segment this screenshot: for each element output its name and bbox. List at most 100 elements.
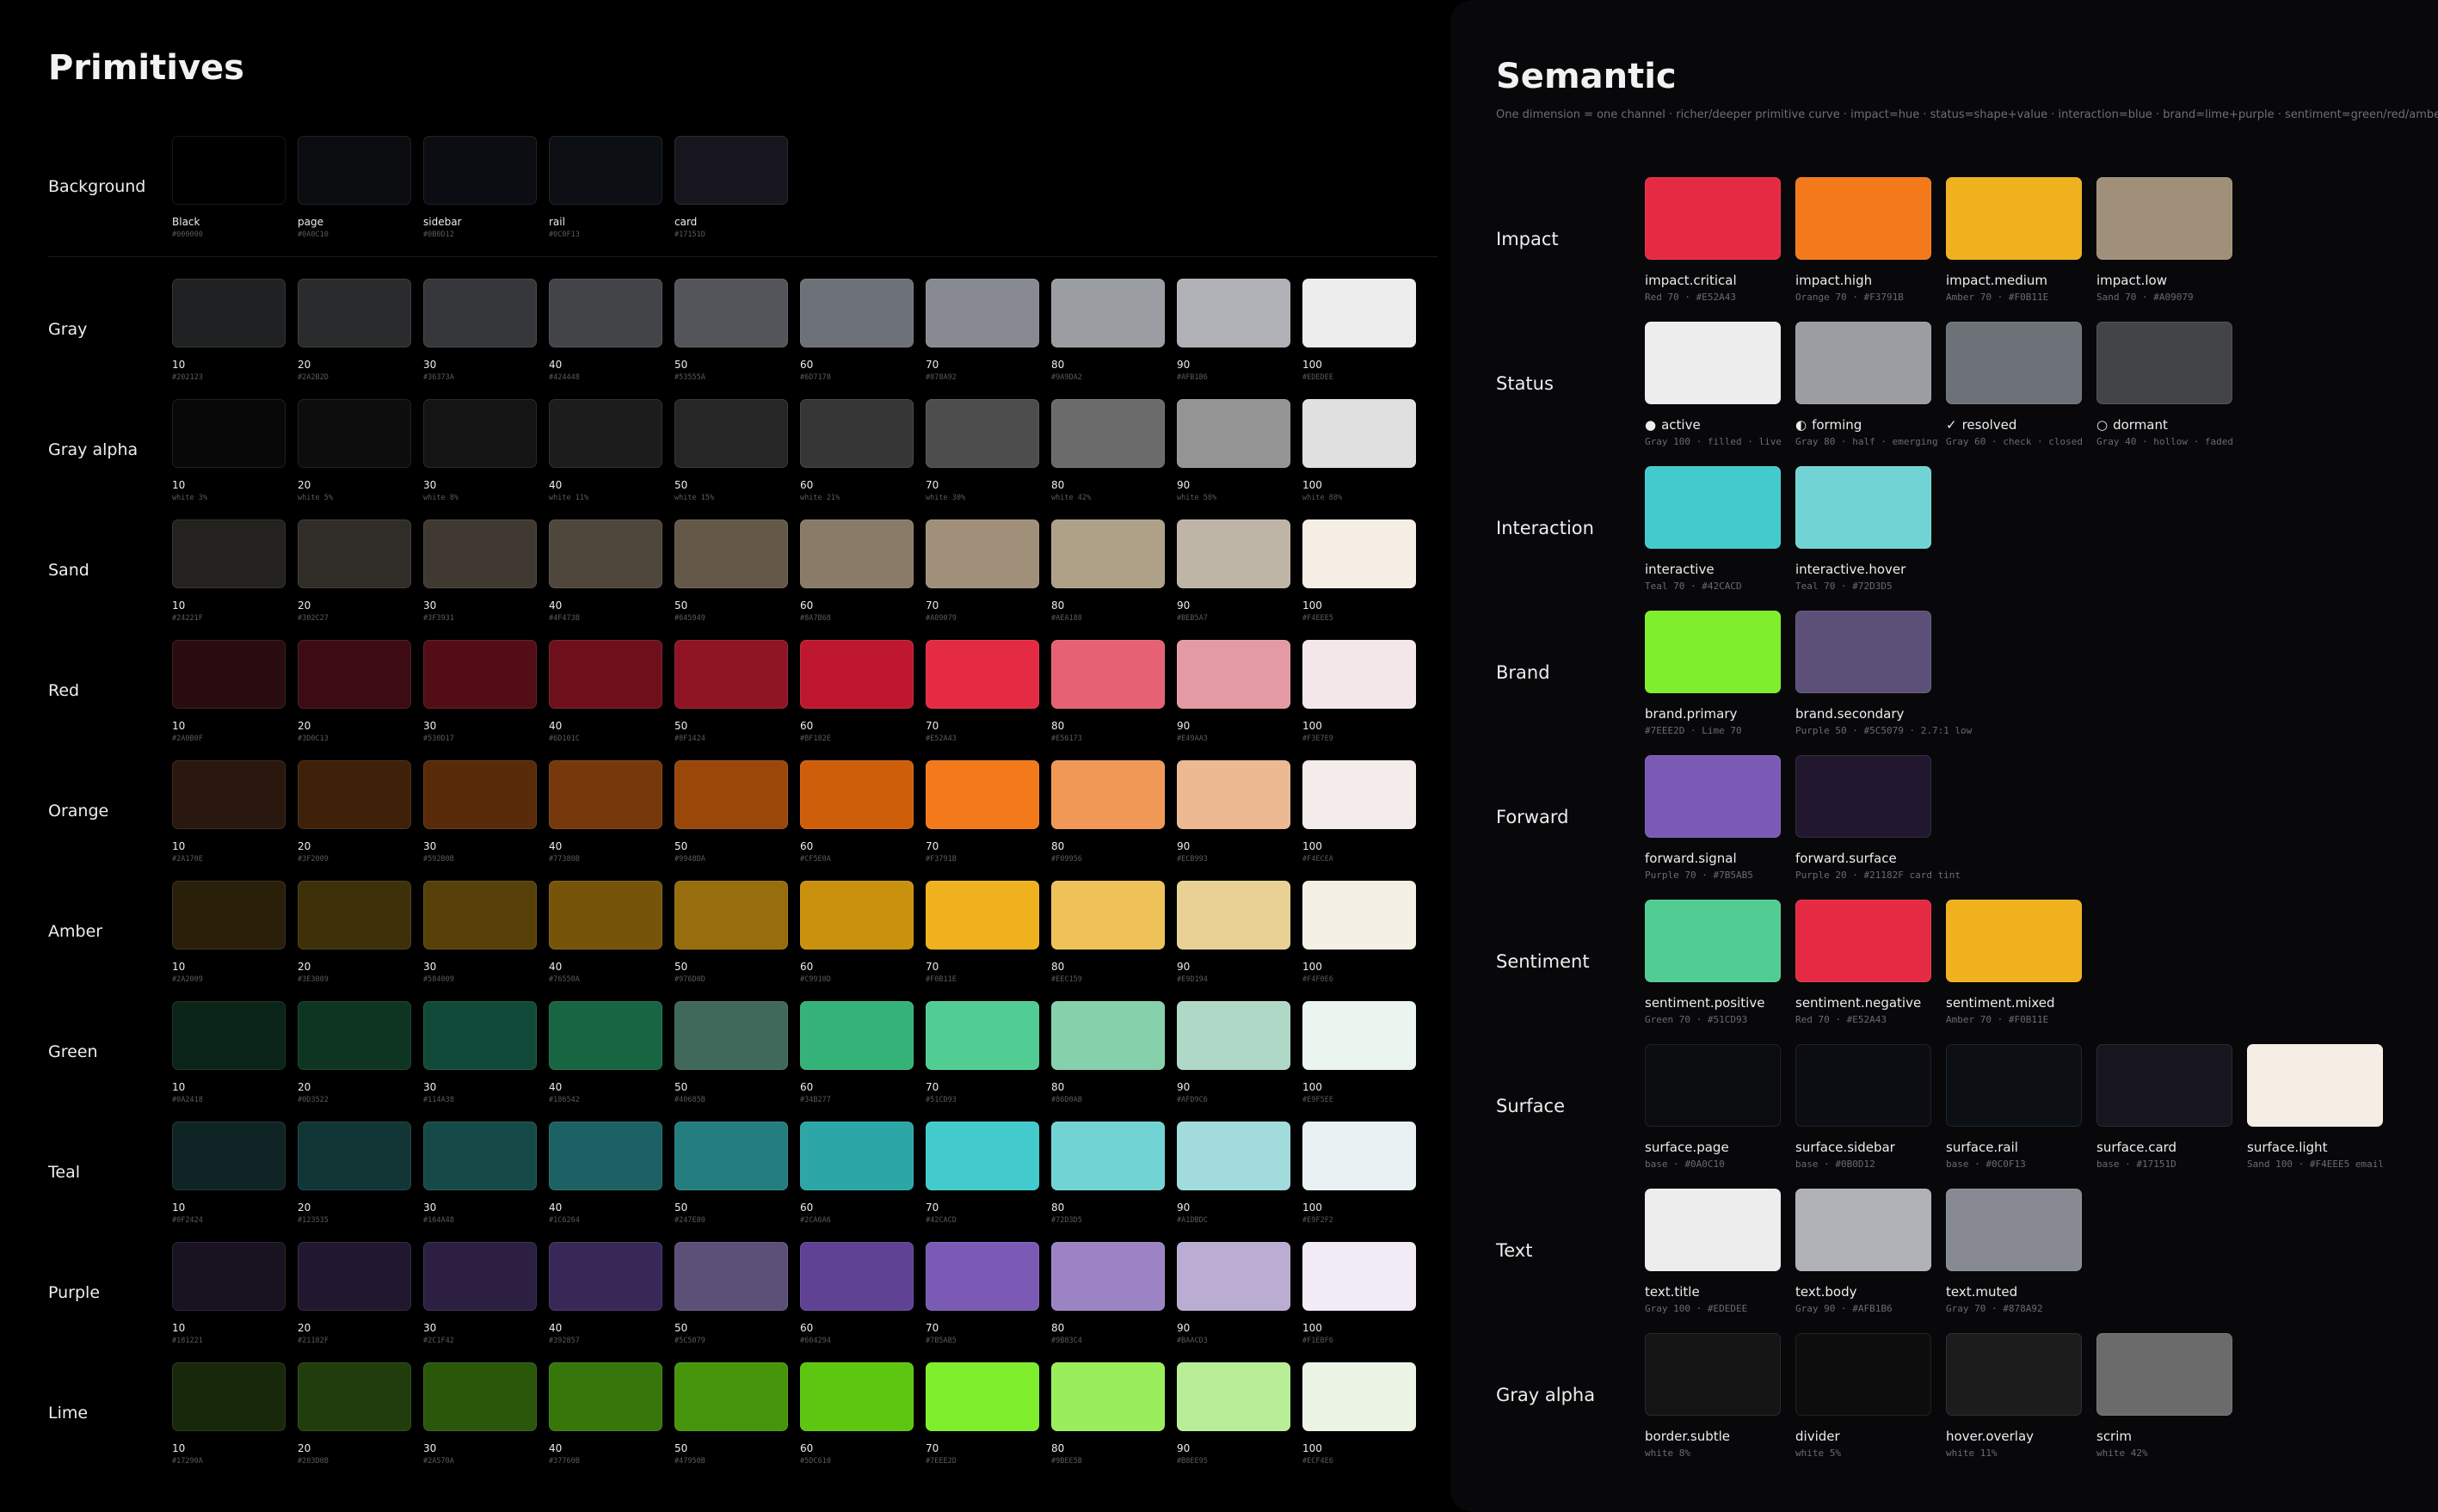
color-chip[interactable] [1946, 1044, 2082, 1127]
swatch[interactable]: 100 #ECF4E6 [1302, 1362, 1416, 1466]
color-chip[interactable] [926, 1122, 1039, 1190]
color-chip[interactable] [800, 1001, 914, 1070]
color-chip[interactable] [674, 279, 788, 347]
color-chip[interactable] [800, 881, 914, 950]
swatch[interactable]: sentiment.mixed Amber 70 · #F0B11E [1946, 900, 2082, 1025]
color-chip[interactable] [674, 1362, 788, 1431]
color-chip[interactable] [2247, 1044, 2383, 1127]
swatch[interactable]: 60 #CF5E0A [800, 760, 914, 864]
swatch[interactable]: 60 #C9910D [800, 881, 914, 984]
swatch[interactable]: card #17151D [674, 136, 788, 239]
swatch[interactable]: 20 #3F2009 [298, 760, 411, 864]
swatch[interactable]: 80 #72D3D5 [1051, 1122, 1165, 1225]
color-chip[interactable] [1795, 177, 1931, 260]
swatch[interactable]: interactive.hover Teal 70 · #72D3D5 [1795, 466, 1931, 592]
swatch[interactable]: 10 #0F2424 [172, 1122, 286, 1225]
color-chip[interactable] [1302, 519, 1416, 588]
color-chip[interactable] [1795, 466, 1931, 549]
color-chip[interactable] [423, 881, 537, 950]
swatch[interactable]: 90 #E9D194 [1177, 881, 1290, 984]
color-chip[interactable] [298, 640, 411, 709]
swatch[interactable]: Black #000000 [172, 136, 286, 239]
color-chip[interactable] [172, 881, 286, 950]
swatch[interactable]: 90 #BAACD3 [1177, 1242, 1290, 1345]
color-chip[interactable] [423, 1001, 537, 1070]
color-chip[interactable] [800, 519, 914, 588]
color-chip[interactable] [172, 519, 286, 588]
swatch[interactable]: 20 #0D3522 [298, 1001, 411, 1104]
color-chip[interactable] [2096, 1333, 2232, 1416]
color-chip[interactable] [1795, 755, 1931, 838]
color-chip[interactable] [1645, 1044, 1781, 1127]
color-chip[interactable] [1177, 760, 1290, 829]
swatch[interactable]: 90 #AFD9C6 [1177, 1001, 1290, 1104]
color-chip[interactable] [1177, 399, 1290, 468]
swatch[interactable]: 70 #42CACD [926, 1122, 1039, 1225]
color-chip[interactable] [1946, 1189, 2082, 1271]
swatch[interactable]: 100 #F4F0E6 [1302, 881, 1416, 984]
swatch[interactable]: 60 #604294 [800, 1242, 914, 1345]
color-chip[interactable] [172, 1242, 286, 1311]
swatch[interactable]: 90 #E49AA3 [1177, 640, 1290, 743]
color-chip[interactable] [1177, 279, 1290, 347]
swatch[interactable]: 70 #F3791B [926, 760, 1039, 864]
color-chip[interactable] [172, 399, 286, 468]
color-chip[interactable] [549, 519, 662, 588]
color-chip[interactable] [549, 399, 662, 468]
swatch[interactable]: 30 #592B0B [423, 760, 537, 864]
color-chip[interactable] [1302, 760, 1416, 829]
color-chip[interactable] [1177, 1122, 1290, 1190]
color-chip[interactable] [1302, 640, 1416, 709]
color-chip[interactable] [172, 1362, 286, 1431]
swatch[interactable]: text.body Gray 90 · #AFB1B6 [1795, 1189, 1931, 1314]
swatch[interactable]: 50 #645949 [674, 519, 788, 623]
swatch[interactable]: 90 #AFB1B6 [1177, 279, 1290, 382]
color-chip[interactable] [298, 760, 411, 829]
swatch[interactable]: 50 #976D0D [674, 881, 788, 984]
swatch[interactable]: divider white 5% [1795, 1333, 1931, 1459]
color-chip[interactable] [172, 279, 286, 347]
color-chip[interactable] [674, 760, 788, 829]
color-chip[interactable] [423, 279, 537, 347]
swatch[interactable]: hover.overlay white 11% [1946, 1333, 2082, 1459]
color-chip[interactable] [298, 881, 411, 950]
color-chip[interactable] [172, 640, 286, 709]
color-chip[interactable] [1795, 900, 1931, 982]
swatch[interactable]: impact.medium Amber 70 · #F0B11E [1946, 177, 2082, 303]
swatch[interactable]: 10 #0A2418 [172, 1001, 286, 1104]
swatch[interactable]: 100 #F1EBF6 [1302, 1242, 1416, 1345]
swatch[interactable]: 70 white 30% [926, 399, 1039, 502]
color-chip[interactable] [1645, 1333, 1781, 1416]
color-chip[interactable] [1645, 322, 1781, 404]
swatch[interactable]: 20 #302C27 [298, 519, 411, 623]
color-chip[interactable] [298, 279, 411, 347]
swatch[interactable]: 30 #3F3931 [423, 519, 537, 623]
color-chip[interactable] [1645, 755, 1781, 838]
swatch[interactable]: 80 #E56173 [1051, 640, 1165, 743]
color-chip[interactable] [926, 640, 1039, 709]
color-chip[interactable] [172, 1001, 286, 1070]
swatch[interactable]: 50 #9948DA [674, 760, 788, 864]
color-chip[interactable] [1051, 519, 1165, 588]
color-chip[interactable] [423, 519, 537, 588]
color-chip[interactable] [298, 136, 411, 205]
swatch[interactable]: 10 #2A0B0F [172, 640, 286, 743]
swatch[interactable]: 30 white 8% [423, 399, 537, 502]
color-chip[interactable] [1645, 900, 1781, 982]
color-chip[interactable] [674, 1122, 788, 1190]
color-chip[interactable] [2096, 322, 2232, 404]
swatch[interactable]: 60 #2CA6A6 [800, 1122, 914, 1225]
swatch[interactable]: sentiment.positive Green 70 · #51CD93 [1645, 900, 1781, 1025]
color-chip[interactable] [800, 1242, 914, 1311]
swatch[interactable]: 80 #EEC159 [1051, 881, 1165, 984]
swatch[interactable]: 10 #181221 [172, 1242, 286, 1345]
swatch[interactable]: 50 #40685B [674, 1001, 788, 1104]
color-chip[interactable] [1302, 399, 1416, 468]
swatch[interactable]: 30 #2A570A [423, 1362, 537, 1466]
swatch[interactable]: surface.sidebar base · #0B0D12 [1795, 1044, 1931, 1170]
color-chip[interactable] [1051, 399, 1165, 468]
color-chip[interactable] [172, 1122, 286, 1190]
color-chip[interactable] [549, 1362, 662, 1431]
color-chip[interactable] [800, 1362, 914, 1431]
swatch[interactable]: 60 #34B277 [800, 1001, 914, 1104]
